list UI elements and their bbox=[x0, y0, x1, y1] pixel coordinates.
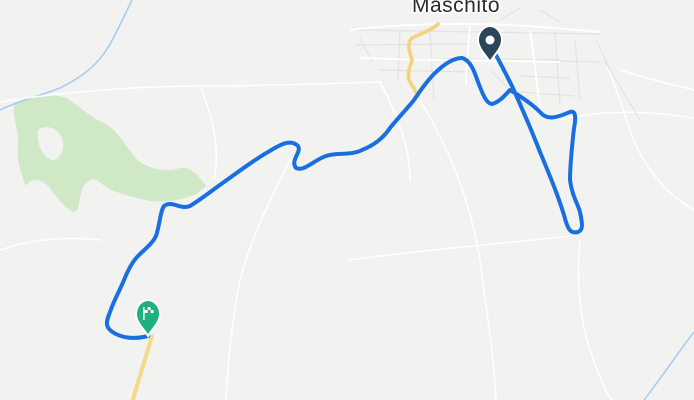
end-pin-dot bbox=[485, 35, 495, 45]
town-label: Maschito bbox=[411, 0, 501, 17]
map-view[interactable]: Maschito bbox=[0, 0, 694, 400]
map-background bbox=[0, 0, 694, 400]
map-canvas bbox=[0, 0, 694, 400]
